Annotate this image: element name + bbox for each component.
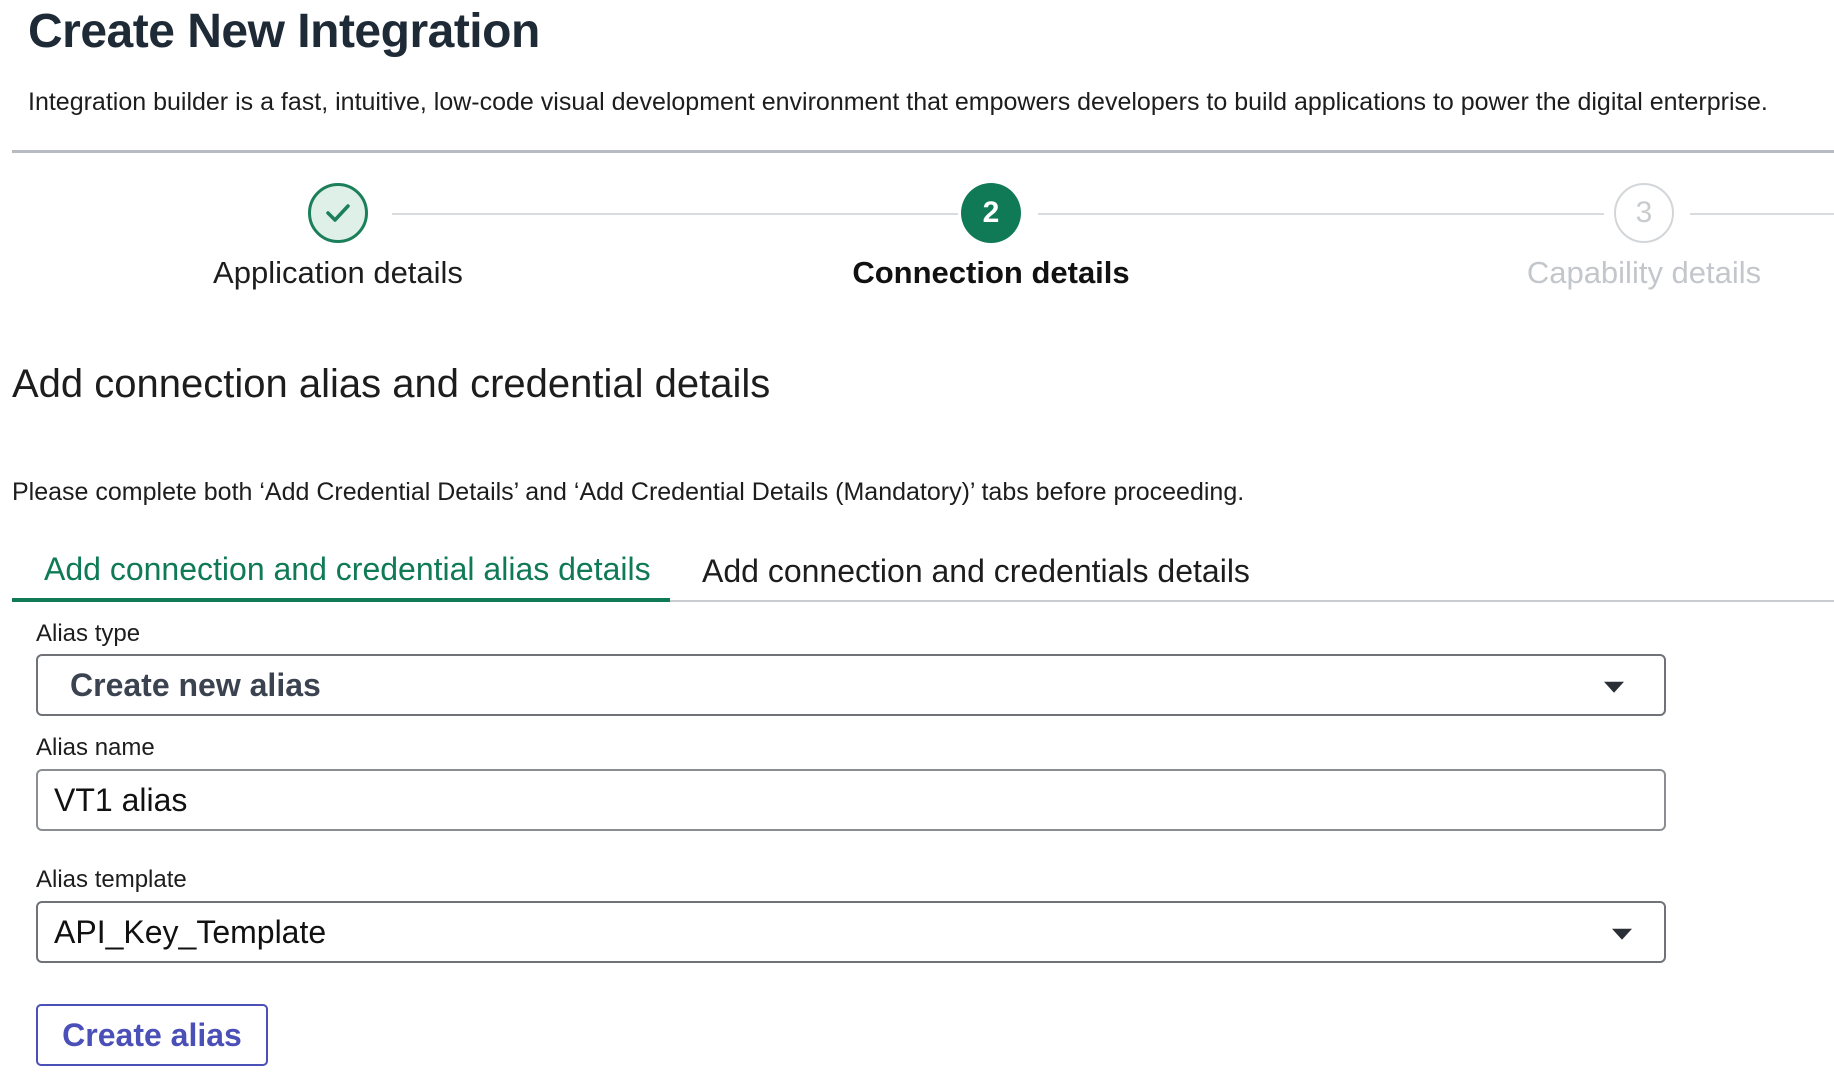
create-alias-button[interactable]: Create alias <box>36 1004 268 1066</box>
alias-type-select[interactable]: Create new alias <box>36 654 1666 716</box>
alias-type-value: Create new alias <box>70 666 321 703</box>
alias-type-label: Alias type <box>36 620 141 647</box>
step-2-indicator[interactable]: 2 <box>961 183 1021 243</box>
alias-template-label: Alias template <box>36 866 187 893</box>
tab-credentials-details[interactable]: Add connection and credentials details <box>670 540 1282 602</box>
tab-bar: Add connection and credential alias deta… <box>12 540 1834 602</box>
section-title: Add connection alias and credential deta… <box>12 362 771 406</box>
step-1-label[interactable]: Application details <box>213 255 463 291</box>
alias-name-input[interactable] <box>36 769 1666 831</box>
tab-alias-details[interactable]: Add connection and credential alias deta… <box>12 540 670 602</box>
instruction-text: Please complete both ‘Add Credential Det… <box>12 478 1245 506</box>
step-1-indicator[interactable] <box>308 183 368 243</box>
step-3-indicator: 3 <box>1614 183 1674 243</box>
checkmark-icon <box>326 204 350 222</box>
header-divider <box>12 150 1834 153</box>
page-description: Integration builder is a fast, intuitive… <box>28 88 1768 116</box>
step-connector <box>1038 213 1604 215</box>
alias-template-value: API_Key_Template <box>54 913 327 950</box>
alias-name-label: Alias name <box>36 734 155 761</box>
caret-down-icon <box>1604 681 1624 693</box>
step-connector <box>1690 213 1834 215</box>
step-2-label[interactable]: Connection details <box>852 255 1129 291</box>
alias-template-select[interactable]: API_Key_Template <box>36 901 1666 963</box>
create-integration-page: Create New Integration Integration build… <box>0 0 1834 1086</box>
caret-down-icon <box>1612 928 1632 940</box>
step-3-label: Capability details <box>1526 255 1762 290</box>
page-title: Create New Integration <box>28 5 540 58</box>
progress-stepper: Application details 2 Connection details… <box>0 180 1834 300</box>
step-connector <box>392 213 958 215</box>
